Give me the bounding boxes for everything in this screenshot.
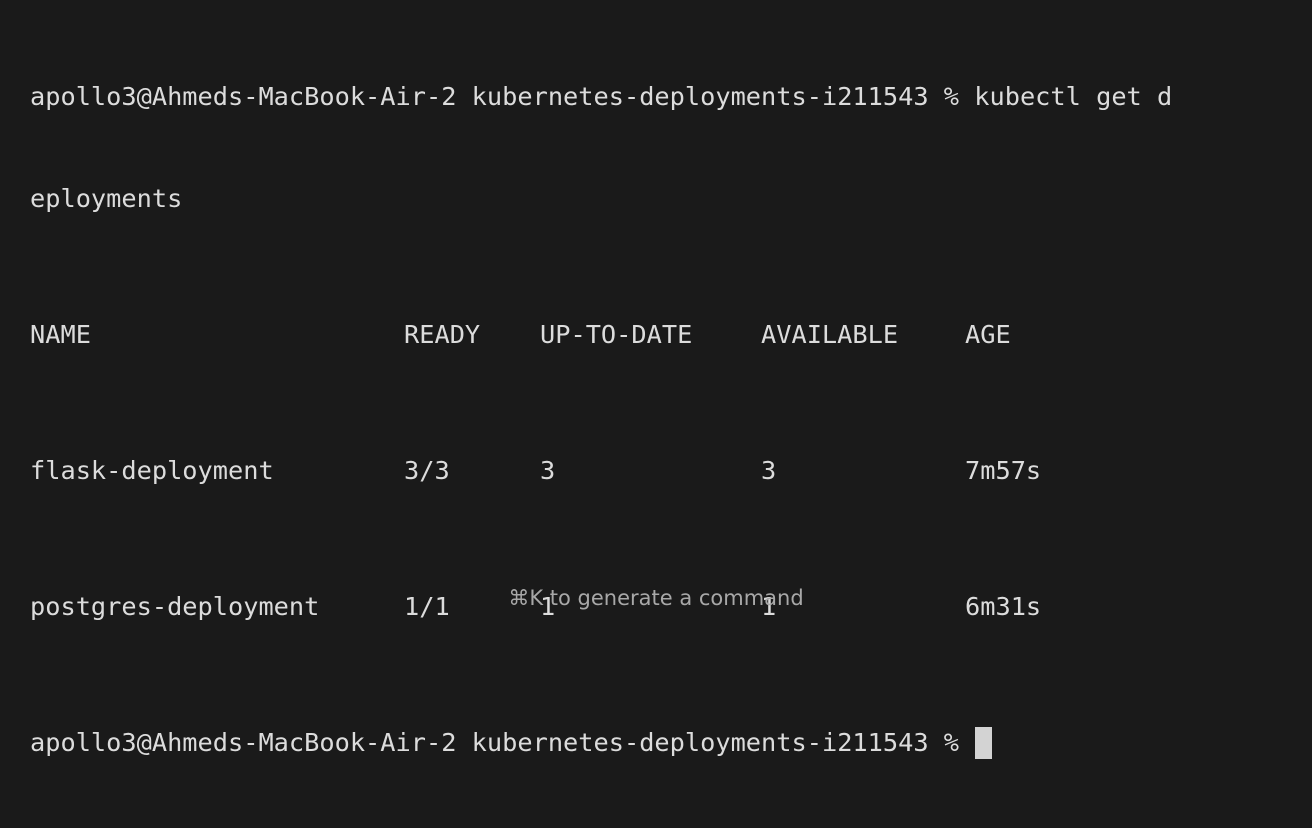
shell-prompt: apollo3@Ahmeds-MacBook-Air-2 kubernetes-… [30,728,960,757]
command-line-2: eployments [30,184,183,213]
cell-available: 3 [761,456,777,485]
cell-name: flask-deployment [30,456,274,485]
header-age: AGE [965,320,1011,349]
terminal-output[interactable]: apollo3@Ahmeds-MacBook-Air-2 kubernetes-… [30,12,1312,794]
header-available: AVAILABLE [761,320,899,349]
header-name: NAME [30,320,91,349]
generate-command-hint: ⌘K to generate a command [508,586,804,610]
cell-ready: 3/3 [404,456,450,485]
cell-age: 7m57s [965,456,1042,485]
text-cursor [975,727,993,759]
command-line-1: apollo3@Ahmeds-MacBook-Air-2 kubernetes-… [30,82,1173,111]
active-prompt-line[interactable]: apollo3@Ahmeds-MacBook-Air-2 kubernetes-… [30,726,1312,760]
header-up-to-date: UP-TO-DATE [540,320,693,349]
table-row: flask-deployment 3/3 3 3 7m57s [30,454,1312,488]
table-header-row: NAME READY UP-TO-DATE AVAILABLE AGE [30,318,1312,352]
header-ready: READY [404,320,481,349]
cell-up-to-date: 3 [540,456,556,485]
